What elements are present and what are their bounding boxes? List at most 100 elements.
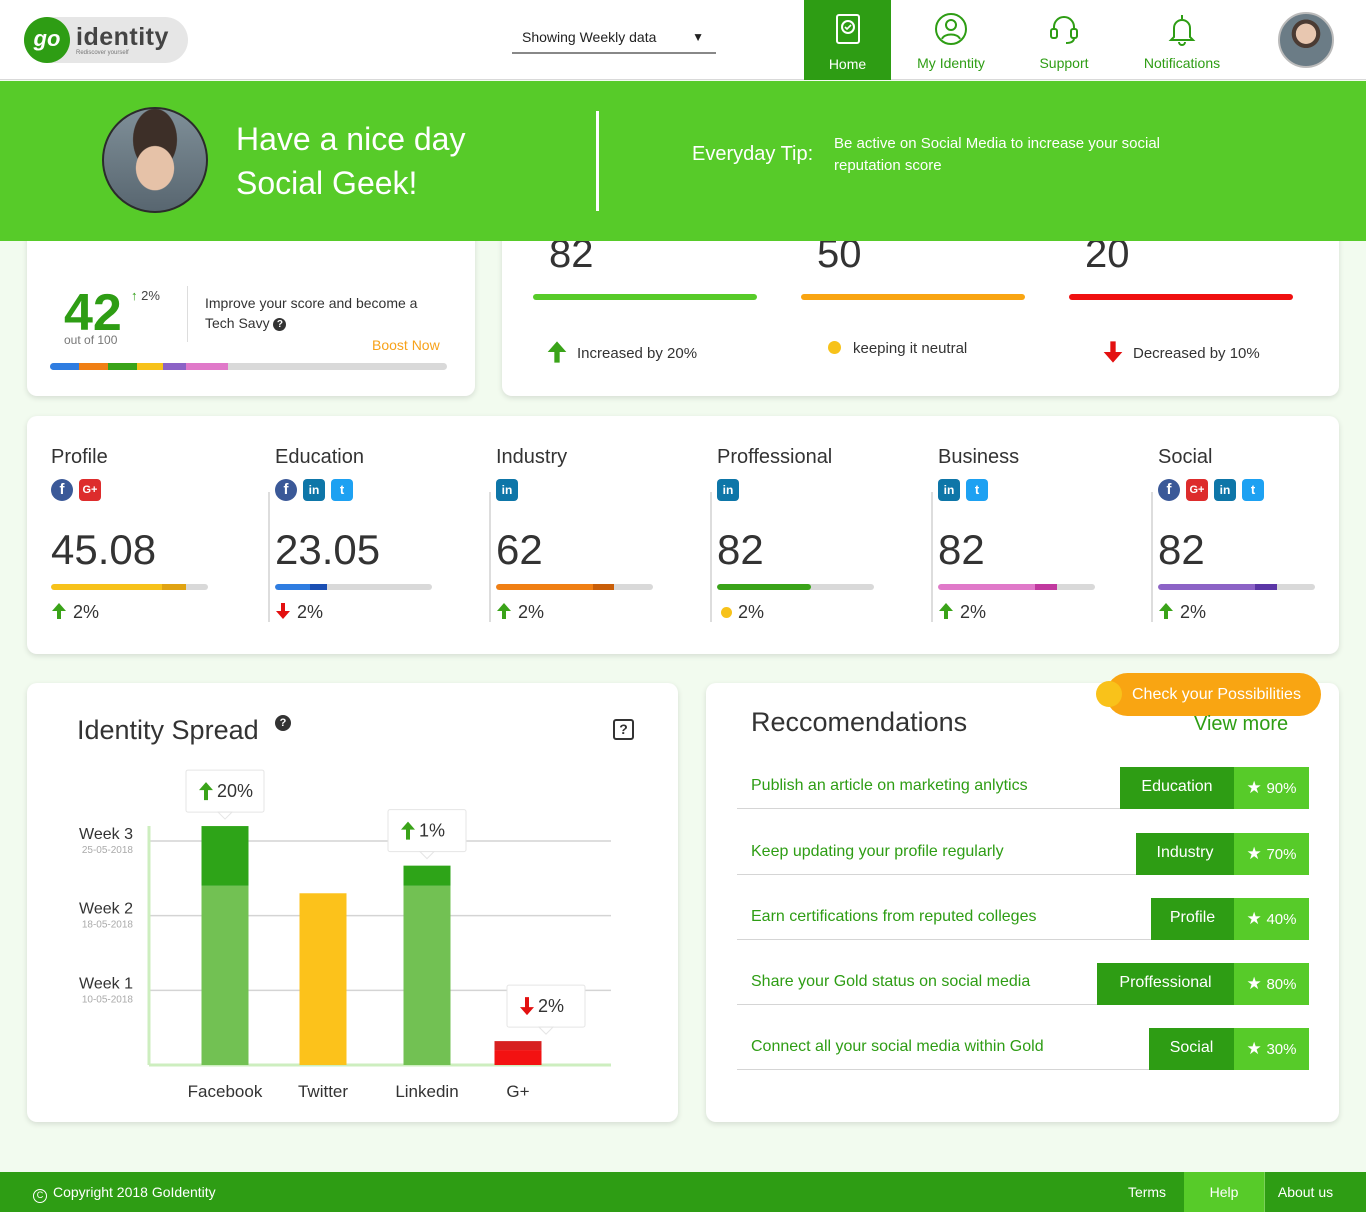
footer-help-link[interactable]: Help bbox=[1184, 1172, 1264, 1212]
category-delta-value: 2% bbox=[297, 602, 324, 622]
annotation-label: 1% bbox=[419, 821, 445, 841]
footer-terms-link[interactable]: Terms bbox=[1110, 1172, 1184, 1212]
nav-support-label: Support bbox=[1039, 55, 1089, 71]
y-tick-label: Week 1 bbox=[79, 975, 133, 992]
headset-icon bbox=[1050, 16, 1078, 44]
bar-linkedin-segment bbox=[403, 865, 451, 886]
tip-text: Be active on Social Media to increase yo… bbox=[834, 135, 1161, 174]
banner-divider bbox=[596, 111, 599, 211]
nav-home[interactable]: Home bbox=[804, 0, 891, 80]
period-select[interactable]: Showing Weekly data ▼ bbox=[512, 24, 716, 54]
footer-about-link[interactable]: About us bbox=[1264, 1172, 1346, 1212]
boost-now-link[interactable]: Boost Now bbox=[372, 337, 440, 353]
category-profile[interactable]: Profile f G+ 45.08 2% bbox=[51, 446, 231, 626]
arrow-up-icon bbox=[547, 341, 567, 363]
recommendation-item[interactable]: Connect all your social media within Gol… bbox=[737, 1028, 1309, 1070]
arrow-up-icon: ↑ bbox=[131, 288, 138, 303]
neutral-dot-icon bbox=[721, 607, 732, 618]
linkedin-icon: in bbox=[496, 479, 518, 501]
y-tick-date: 18-05-2018 bbox=[82, 920, 134, 931]
tip-label: Everyday Tip: bbox=[692, 143, 814, 165]
user-avatar[interactable] bbox=[1278, 12, 1334, 68]
arrow-down-icon bbox=[276, 603, 290, 619]
score-progress-segment bbox=[185, 363, 228, 370]
recommendations-card: Reccomendations Check your Possibilities… bbox=[706, 673, 1339, 1122]
recommendation-score-value: 80% bbox=[1266, 976, 1297, 993]
arrow-up-shape bbox=[52, 603, 66, 619]
overall-note-text: Decreased by 10% bbox=[1133, 345, 1260, 362]
welcome-banner: Have a nice day Social Geek! Everyday Ti… bbox=[0, 81, 1366, 241]
twitter-icon: t bbox=[966, 479, 988, 501]
score-message-text: Improve your score and become a Tech Sav… bbox=[205, 295, 418, 331]
bar-gplus-segment bbox=[494, 1050, 542, 1065]
bell-icon bbox=[1168, 15, 1196, 46]
score-progress-bar bbox=[50, 363, 447, 370]
category-progress-accent bbox=[162, 584, 187, 590]
category-delta-value: 2% bbox=[1180, 602, 1207, 622]
category-delta-value: 2% bbox=[73, 602, 100, 622]
facebook-icon: f bbox=[1158, 479, 1180, 501]
bar-twitter-segment bbox=[299, 893, 347, 1065]
recommendation-score: ★ 70% bbox=[1234, 833, 1309, 875]
category-proffessional[interactable]: Proffessional in 82 2% bbox=[717, 446, 897, 626]
bar-facebook-segment bbox=[201, 885, 249, 1065]
identity-icon bbox=[935, 13, 967, 45]
copyright-icon: C bbox=[33, 1189, 47, 1203]
score-message: Improve your score and become a Tech Sav… bbox=[205, 293, 435, 333]
category-name: Profile bbox=[51, 446, 108, 468]
category-delta: 2% bbox=[275, 602, 323, 623]
view-more-link[interactable]: View more bbox=[1194, 713, 1288, 736]
bar-facebook-segment bbox=[201, 826, 249, 886]
logo[interactable]: go identity Rediscover yourself bbox=[24, 17, 188, 63]
recommendation-item[interactable]: Publish an article on marketing anlytics… bbox=[737, 767, 1309, 809]
category-name: Social bbox=[1158, 446, 1213, 468]
greeting: Have a nice day Social Geek! bbox=[236, 117, 465, 205]
recommendation-score-value: 70% bbox=[1266, 846, 1297, 863]
nav-support[interactable]: Support bbox=[1014, 0, 1114, 80]
logo-mark: go bbox=[24, 17, 70, 63]
y-tick-date: 10-05-2018 bbox=[82, 994, 134, 1005]
category-value: 82 bbox=[717, 526, 764, 573]
recommendation-score-value: 30% bbox=[1266, 1041, 1297, 1058]
category-name: Business bbox=[938, 446, 1020, 468]
category-icons: f G+ in t bbox=[1158, 479, 1270, 501]
footer: C Copyright 2018 GoIdentity Terms Help Ab… bbox=[0, 1172, 1366, 1212]
arrow-up-shape bbox=[497, 603, 511, 619]
category-education[interactable]: Education f in t 23.05 2% bbox=[275, 446, 455, 626]
category-divider bbox=[1151, 492, 1153, 622]
overall-note: keeping it neutral bbox=[828, 340, 967, 357]
category-progress-track bbox=[938, 584, 1095, 590]
check-possibilities-button[interactable]: Check your Possibilities bbox=[1096, 673, 1321, 716]
nav-notifications[interactable]: Notifications bbox=[1126, 0, 1238, 80]
recommendation-text: Share your Gold status on social media bbox=[751, 973, 1031, 990]
category-progress-fill bbox=[717, 584, 812, 590]
category-icons: f G+ bbox=[51, 479, 107, 501]
category-value: 82 bbox=[1158, 526, 1205, 573]
category-delta-value: 2% bbox=[518, 602, 545, 622]
logo-tagline: Rediscover yourself bbox=[76, 50, 129, 56]
recommendation-score: ★ 40% bbox=[1234, 898, 1309, 940]
star-icon: ★ bbox=[1246, 844, 1267, 863]
category-business[interactable]: Business in t 82 2% bbox=[938, 446, 1118, 626]
linkedin-icon: in bbox=[938, 479, 960, 501]
x-tick-label: Facebook bbox=[188, 1082, 263, 1101]
category-social[interactable]: Social f G+ in t 82 2% bbox=[1158, 446, 1338, 626]
recommendation-item[interactable]: Earn certifications from reputed college… bbox=[737, 898, 1309, 940]
chevron-down-icon: ▼ bbox=[692, 30, 704, 44]
category-delta: 2% bbox=[1158, 602, 1206, 623]
identity-spread-chart: Week 1 10-05-2018 Week 2 18-05-2018 Week 3 25… bbox=[79, 769, 611, 1101]
twitter-icon: t bbox=[1242, 479, 1264, 501]
nav-my-identity[interactable]: My Identity bbox=[900, 0, 1002, 80]
recommendation-item[interactable]: Keep updating your profile regularly Indu… bbox=[737, 833, 1309, 875]
linkedin-icon: in bbox=[717, 479, 739, 501]
recommendation-tag: Education bbox=[1120, 767, 1234, 809]
recommendation-item[interactable]: Share your Gold status on social media Pr… bbox=[737, 963, 1309, 1005]
recommendation-tag: Proffessional bbox=[1097, 963, 1234, 1005]
category-name: Education bbox=[275, 446, 364, 468]
category-industry[interactable]: Industry in 62 2% bbox=[496, 446, 676, 626]
home-icon bbox=[835, 14, 860, 44]
category-delta-value: 2% bbox=[738, 602, 765, 622]
help-icon[interactable]: ? bbox=[273, 318, 287, 331]
recommendation-score-value: 90% bbox=[1266, 780, 1297, 797]
category-progress-track bbox=[496, 584, 653, 590]
